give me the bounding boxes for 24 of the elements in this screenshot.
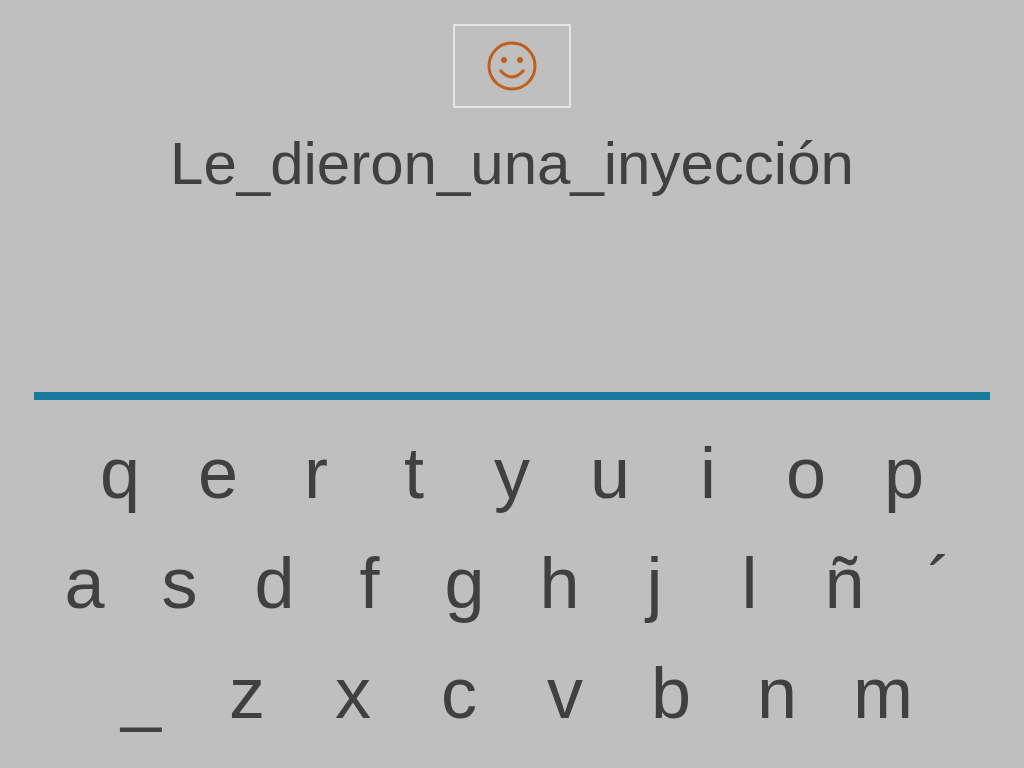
- letter-key[interactable]: r: [267, 437, 365, 509]
- letter-key[interactable]: x: [300, 657, 406, 729]
- letter-key[interactable]: b: [618, 657, 724, 729]
- letter-key[interactable]: o: [757, 437, 855, 509]
- letter-key[interactable]: ´: [892, 547, 987, 619]
- letter-key[interactable]: m: [830, 657, 936, 729]
- letter-key[interactable]: a: [37, 547, 132, 619]
- letter-key[interactable]: h: [512, 547, 607, 619]
- hint-box[interactable]: [453, 24, 571, 108]
- letter-key[interactable]: z: [194, 657, 300, 729]
- letter-key[interactable]: v: [512, 657, 618, 729]
- letter-key[interactable]: i: [659, 437, 757, 509]
- letter-key[interactable]: t: [365, 437, 463, 509]
- letter-key[interactable]: l: [702, 547, 797, 619]
- letter-key[interactable]: s: [132, 547, 227, 619]
- phrase-text: Le_dieron_una_inyección: [170, 129, 854, 199]
- letter-key[interactable]: e: [169, 437, 267, 509]
- letter-key[interactable]: n: [724, 657, 830, 729]
- letter-key[interactable]: f: [322, 547, 417, 619]
- letter-key[interactable]: c: [406, 657, 512, 729]
- letter-key[interactable]: d: [227, 547, 322, 619]
- smiley-icon: [486, 40, 538, 92]
- letter-key[interactable]: ñ: [797, 547, 892, 619]
- letter-key[interactable]: u: [561, 437, 659, 509]
